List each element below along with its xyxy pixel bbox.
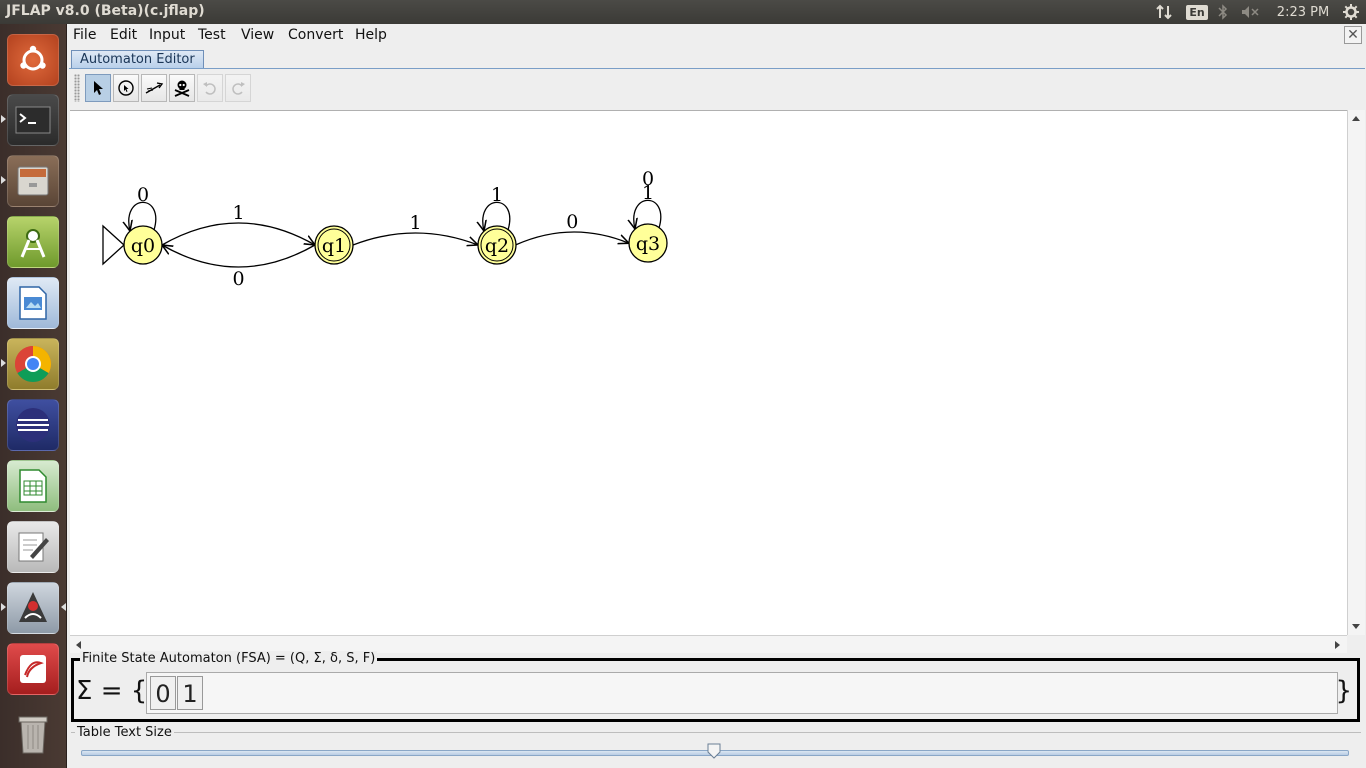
scroll-left-arrow-icon[interactable] [74,640,82,650]
window-title: JFLAP v8.0 (Beta)(c.jflap) [6,3,205,19]
redo-button[interactable] [225,74,251,102]
document-viewer-icon[interactable] [7,643,59,695]
java-app-icon[interactable] [7,582,59,634]
libreoffice-impress-icon[interactable] [7,277,59,329]
menu-bar: File Edit Input Test View Convert Help ✕ [67,24,1366,46]
trash-icon[interactable] [7,708,59,760]
transition-label[interactable]: 0 [137,184,149,206]
system-top-bar: JFLAP v8.0 (Beta)(c.jflap) En 2:23 PM [0,0,1366,24]
transition-arrow[interactable] [515,231,629,246]
transition-arrow[interactable] [162,245,316,268]
tab-strip: Automaton Editor [69,50,1365,69]
transition-arrow[interactable] [161,222,315,245]
vertical-scrollbar[interactable] [1347,110,1365,635]
redo-icon [232,82,245,95]
transition-arrow-icon [145,82,164,94]
gear-icon[interactable] [1340,0,1362,24]
state-q3[interactable]: q3 [628,223,668,263]
scroll-down-arrow-icon[interactable] [1351,623,1361,631]
menu-view[interactable]: View [241,27,274,43]
menu-help[interactable]: Help [355,27,387,43]
fsa-definition-panel: Finite State Automaton (FSA) = (Q, Σ, δ,… [71,651,1360,722]
pointer-arrow-icon [94,81,103,95]
eclipse-icon[interactable] [7,399,59,451]
tab-automaton-editor[interactable]: Automaton Editor [71,50,204,68]
table-text-size-title: Table Text Size [75,725,174,740]
text-size-slider-thumb[interactable] [707,743,721,759]
scroll-up-arrow-icon[interactable] [1351,114,1361,122]
state-circle-icon [118,80,134,96]
close-editor-button[interactable]: ✕ [1344,26,1362,44]
menu-convert[interactable]: Convert [288,27,343,43]
android-studio-icon[interactable] [7,216,59,268]
keyboard-layout-indicator[interactable]: En [1184,0,1210,24]
state-label: q0 [131,235,155,257]
keyboard-layout-label: En [1186,4,1208,20]
sigma-label: Σ = { [76,676,148,706]
menu-edit[interactable]: Edit [110,27,137,43]
state-q2[interactable]: q2 [477,225,517,265]
alphabet-row: Σ = { 0 1 } [76,670,1356,714]
bluetooth-icon[interactable] [1212,0,1234,24]
launcher [0,24,67,768]
transition-creator-button[interactable] [141,74,167,102]
transition-label[interactable]: 1 [409,212,421,234]
initial-state-marker [102,224,125,266]
transition-arrow[interactable] [352,232,478,245]
skull-crossbones-icon [174,80,190,97]
toolbar-grip[interactable] [74,74,80,102]
table-text-size-panel: Table Text Size [71,725,1361,765]
attribute-editor-button[interactable] [85,74,111,102]
clock-label: 2:23 PM [1276,4,1330,20]
jflap-window: File Edit Input Test View Convert Help ✕… [67,24,1366,768]
alphabet-symbol[interactable]: 0 [150,676,176,710]
chrome-icon[interactable] [7,338,59,390]
transition-label[interactable]: 0 [232,268,244,290]
editor-toolbar [70,70,1364,108]
terminal-icon[interactable] [7,94,59,146]
libreoffice-calc-icon[interactable] [7,460,59,512]
automaton-diagram[interactable]: q0 q1 q2 q3 0 1 10101 0 [70,111,1347,636]
close-icon: ✕ [1347,27,1359,43]
menu-input[interactable]: Input [149,27,185,43]
alphabet-symbol[interactable]: 1 [177,676,203,710]
state-q0[interactable]: q0 [102,224,163,266]
running-indicator [1,115,6,123]
running-indicator [1,359,6,367]
running-indicator [1,603,6,611]
state-q1[interactable]: q1 [314,225,354,265]
active-indicator [61,603,66,611]
clock[interactable]: 2:23 PM [1268,0,1338,24]
scroll-right-arrow-icon[interactable] [1334,640,1342,650]
fsa-panel-title: Finite State Automaton (FSA) = (Q, Σ, δ,… [80,651,378,666]
state-creator-button[interactable] [113,74,139,102]
menu-file[interactable]: File [73,27,96,43]
deleter-button[interactable] [169,74,195,102]
undo-button[interactable] [197,74,223,102]
transition-label[interactable]: 0 [566,211,578,233]
transition-label[interactable]: 1 [491,184,503,206]
menu-test[interactable]: Test [198,27,226,43]
sigma-close-brace: } [1335,676,1352,706]
ubuntu-dash-icon[interactable] [7,34,59,86]
transition-label[interactable]: 0 [642,168,654,190]
transition-label[interactable]: 1 [232,202,244,224]
state-label: q3 [636,233,660,255]
files-icon[interactable] [7,155,59,207]
running-indicator [1,176,6,184]
alphabet-symbol-list[interactable]: 0 1 [146,672,1338,714]
volume-muted-icon[interactable] [1238,0,1262,24]
text-editor-icon[interactable] [7,521,59,573]
network-updown-icon[interactable] [1152,0,1176,24]
automaton-canvas[interactable]: q0 q1 q2 q3 01101010 [70,110,1347,636]
state-label: q1 [322,235,346,257]
undo-icon [203,82,216,95]
state-label: q2 [485,235,509,257]
